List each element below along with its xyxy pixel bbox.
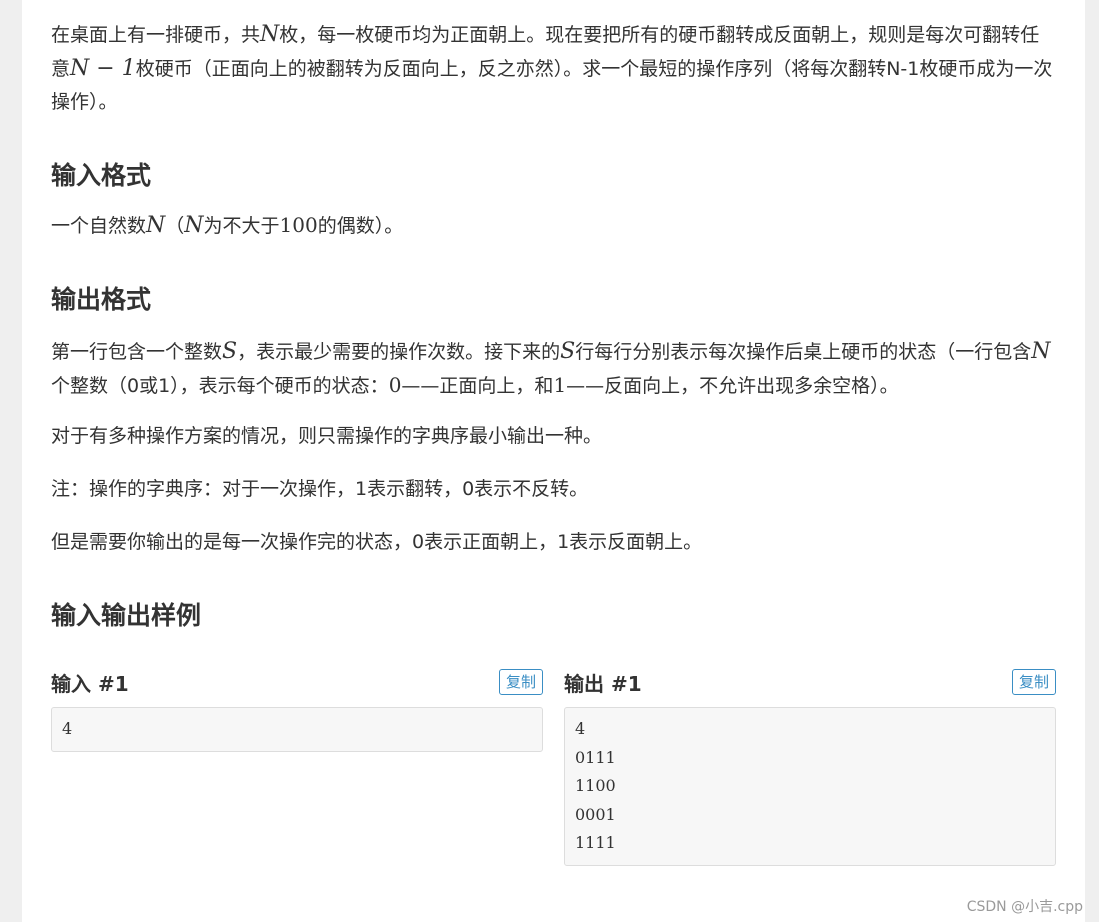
output-text: 个整数（0或1），表示每个硬币的状态： [51,375,389,397]
sample-input-header: 输入 #1 复制 [51,667,543,697]
sample-output-header: 输出 #1 复制 [564,667,1056,697]
math-var-s: S [560,339,576,364]
input-format-heading: 输入格式 [51,161,152,190]
desc-text: 在桌面上有一排硬币，共 [51,24,261,46]
csdn-watermark: CSDN @小吉.cpp [966,899,1083,915]
output-text: ——反面向上，不允许出现多余空格）。 [566,375,899,397]
output-text: ——正面向上，和 [401,375,554,397]
sample-input: 输入 #1 复制 4 [51,667,543,866]
math-num-100: 100 [279,213,318,237]
samples-heading: 输入输出样例 [51,601,202,630]
output-text: ，表示最少需要的操作次数。接下来的 [237,341,561,363]
output-format-heading: 输出格式 [51,285,152,314]
lexicographic-note: 对于有多种操作方案的情况，则只需操作的字典序最小输出一种。 [51,425,603,447]
math-expr-n-minus-1: N − 1 [70,56,136,81]
sample-output: 输出 #1 复制 4 0111 1100 0001 1111 [564,667,1056,866]
math-var-n: N [1031,339,1051,364]
input-format-text: 一个自然数N（N为不大于100的偶数）。 [51,209,1056,243]
sample-input-title: 输入 #1 [51,671,129,696]
input-text: （ [165,215,185,237]
input-text: 一个自然数 [51,215,147,237]
problem-card: 在桌面上有一排硬币，共N枚，每一枚硬币均为正面朝上。现在要把所有的硬币翻转成反面… [22,0,1085,922]
output-format-text: 第一行包含一个整数S，表示最少需要的操作次数。接下来的S行每行分别表示每次操作后… [51,335,1056,403]
math-var-n: N [260,22,280,47]
copy-input-button[interactable]: 复制 [498,669,543,695]
sample-input-code[interactable]: 4 [51,707,543,752]
samples-container: 输入 #1 复制 4 输出 #1 复制 4 0111 1100 0001 111… [51,667,1056,866]
sample-output-title: 输出 #1 [564,671,642,696]
math-var-n: N [184,213,204,238]
desc-text: 枚硬币（正面向上的被翻转为反面向上，反之亦然）。求一个最短的操作序列（将每次翻转… [51,58,1053,113]
operation-order-note: 注：操作的字典序：对于一次操作，1表示翻转，0表示不反转。 [51,478,589,500]
copy-output-button[interactable]: 复制 [1011,669,1056,695]
problem-description: 在桌面上有一排硬币，共N枚，每一枚硬币均为正面朝上。现在要把所有的硬币翻转成反面… [51,18,1056,119]
math-var-n: N [146,213,166,238]
math-var-s: S [222,339,238,364]
state-output-note: 但是需要你输出的是每一次操作完的状态，0表示正面朝上，1表示反面朝上。 [51,531,703,553]
input-text: 的偶数）。 [317,215,404,237]
sample-output-code[interactable]: 4 0111 1100 0001 1111 [564,707,1056,866]
input-text: 为不大于 [203,215,280,237]
math-num-1: 1 [553,373,567,397]
output-text: 行每行分别表示每次操作后桌上硬币的状态（一行包含 [575,341,1032,363]
math-num-0: 0 [388,373,402,397]
output-text: 第一行包含一个整数 [51,341,223,363]
